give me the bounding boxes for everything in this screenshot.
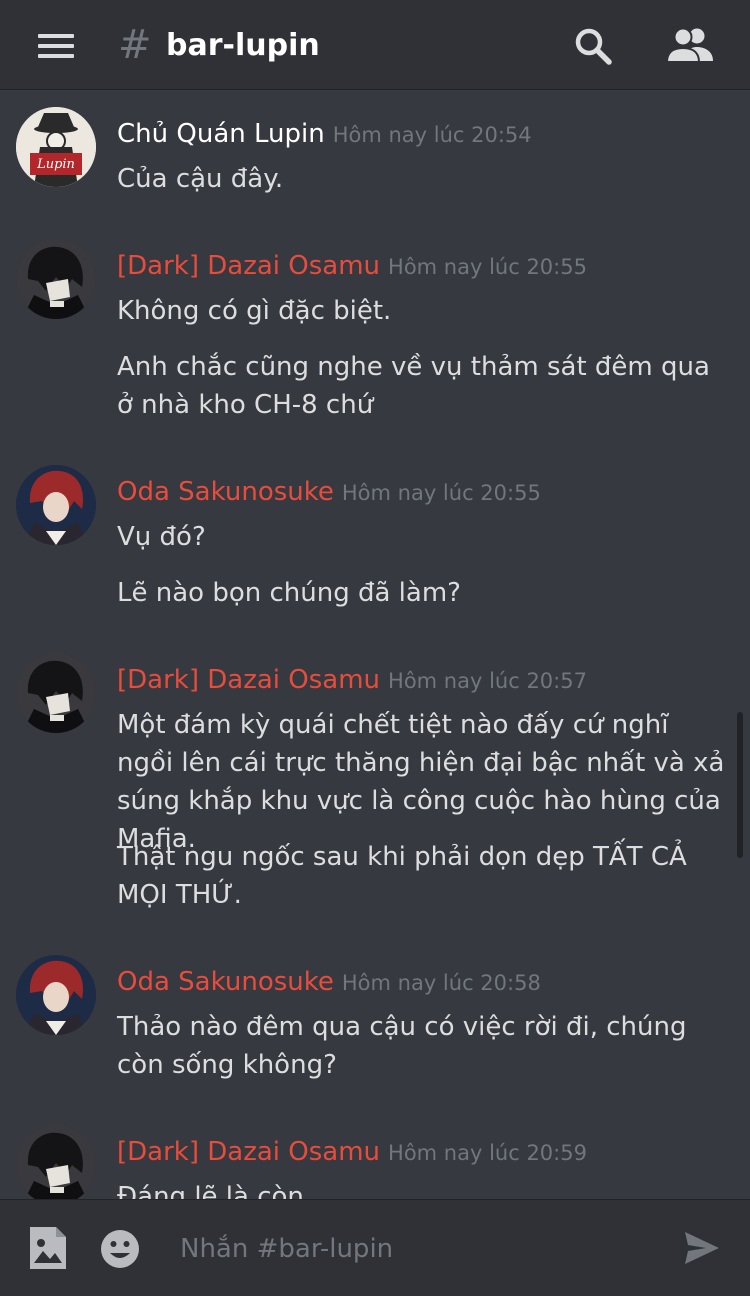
image-upload-icon[interactable] [28,1225,68,1271]
message-text: Lẽ nào bọn chúng đã làm? [117,578,461,608]
avatar[interactable] [16,1125,96,1199]
message-text: Không có gì đặc biệt. [117,296,392,326]
avatar[interactable] [16,955,96,1035]
author-name[interactable]: [Dark] Dazai Osamu [117,1137,380,1167]
timestamp: Hôm nay lúc 20:59 [388,1141,587,1165]
username[interactable]: Oda Sakunosuke Hôm nay lúc 20:58 [117,965,541,1000]
avatar[interactable] [16,239,96,319]
message-input[interactable] [178,1226,662,1272]
author-name[interactable]: [Dark] Dazai Osamu [117,251,380,281]
username[interactable]: [Dark] Dazai Osamu Hôm nay lúc 20:57 [117,663,587,698]
message-composer [0,1199,750,1296]
message-text: Thảo nào đêm qua cậu có việc rời đi, chú… [117,1012,687,1080]
send-icon[interactable] [684,1231,720,1265]
hamburger-menu-icon[interactable] [38,34,74,58]
channel-hash-icon: # [118,22,152,68]
emoji-icon[interactable] [100,1229,140,1269]
avatar[interactable] [16,653,96,733]
timestamp: Hôm nay lúc 20:55 [341,481,541,505]
username[interactable]: [Dark] Dazai Osamu Hôm nay lúc 20:55 [117,249,587,284]
username[interactable]: Oda Sakunosuke Hôm nay lúc 20:55 [117,475,541,510]
avatar[interactable]: Lupin [16,107,96,187]
timestamp: Hôm nay lúc 20:54 [332,123,532,147]
timestamp: Hôm nay lúc 20:57 [388,669,587,693]
message-text: Một đám kỳ quái chết tiệt nào đấy cứ ngh… [117,710,725,854]
author-name[interactable]: Oda Sakunosuke [117,477,334,507]
avatar[interactable] [16,465,96,545]
author-name[interactable]: [Dark] Dazai Osamu [117,665,380,695]
author-name[interactable]: Chủ Quán Lupin [117,119,325,149]
timestamp: Hôm nay lúc 20:58 [341,971,541,995]
timestamp: Hôm nay lúc 20:55 [388,255,587,279]
message-text: Của cậu đây. [117,164,284,194]
channel-header: # bar-lupin [0,0,750,90]
scrollbar-thumb[interactable] [737,712,743,858]
message-text: Đáng lẽ là còn [117,1182,304,1199]
message-text: Thật ngu ngốc sau khi phải dọn dẹp TẤT C… [117,842,687,910]
channel-name: bar-lupin [166,28,320,63]
search-icon[interactable] [574,27,614,67]
username[interactable]: Chủ Quán Lupin Hôm nay lúc 20:54 [117,117,532,152]
message-list[interactable]: Lupin Chủ Quán Lupin Hôm nay lúc 20:54 Củ… [0,91,750,1199]
message-text: Anh chắc cũng nghe về vụ thảm sát đêm qu… [117,352,710,420]
message-text: Vụ đó? [117,522,206,552]
author-name[interactable]: Oda Sakunosuke [117,967,334,997]
avatar-logo-text: Lupin [37,157,75,172]
members-icon[interactable] [665,26,715,66]
username[interactable]: [Dark] Dazai Osamu Hôm nay lúc 20:59 [117,1135,587,1170]
